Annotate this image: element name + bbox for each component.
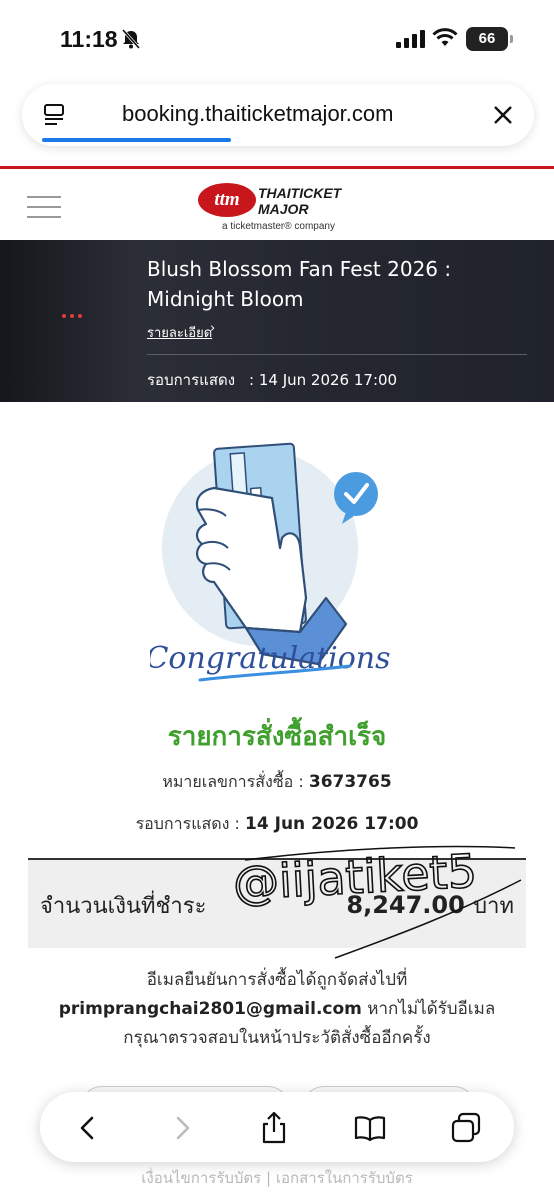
email-notice-line2: primprangchai2801@gmail.com หากไม่ได้รับ… [20,995,534,1024]
order-success-title: รายการสั่งซื้อสำเร็จ [167,722,387,752]
chevron-right-icon[interactable]: › [210,321,215,336]
email-address: primprangchai2801@gmail.com [58,999,362,1019]
amount-number: 8,247.00 [346,891,465,919]
banner-divider [147,354,527,355]
email-notice-suffix: หากไม่ได้รับอีเมล [367,999,496,1019]
signal-icon [396,30,425,48]
event-detail-link[interactable]: รายละเอียด [147,322,212,343]
order-number-row: หมายเลขการสั่งซื้อ : 3673765 [0,770,554,795]
thaiticketmajor-logo[interactable]: ttm THAITICKET MAJOR a ticketmaster® com… [198,179,358,235]
show-round-value: 14 Jun 2026 17:00 [245,814,419,834]
congratulations-illustration: Congratulations [150,442,391,682]
hamburger-menu-icon[interactable] [27,196,61,226]
event-show-round: รอบการแสดง : 14 Jun 2026 17:00 [147,368,397,392]
payment-amount-value: 8,247.00 บาท [346,888,514,923]
page-menu-icon[interactable] [42,102,68,128]
amount-currency: บาท [473,894,514,919]
tabs-icon[interactable] [448,1110,484,1146]
ticket-terms-link[interactable]: เงื่อนไขการรับบัตร [141,1169,261,1187]
page-load-progress [42,138,231,142]
status-time: 11:18 [60,26,118,52]
back-icon[interactable] [70,1110,106,1146]
battery-icon: 66 [466,27,508,51]
email-notice: อีเมลยืนยันการสั่งซื้อได้ถูกจัดส่งไปที่ … [20,966,534,1053]
banner-decoration [62,303,86,322]
email-notice-line1: อีเมลยืนยันการสั่งซื้อได้ถูกจัดส่งไปที่ [146,970,408,990]
close-icon[interactable] [492,104,514,126]
payment-amount-label: จำนวนเงินที่ชำระ [40,894,207,919]
site-header: ttm THAITICKET MAJOR a ticketmaster® com… [0,169,554,240]
show-round-label: รอบการแสดง [147,371,236,389]
order-number-value: 3673765 [308,772,392,792]
payment-amount-box: จำนวนเงินที่ชำระ 8,247.00 บาท [28,858,526,948]
event-banner: Blush Blossom Fan Fest 2026 : Midnight B… [0,240,554,402]
event-title: Blush Blossom Fan Fest 2026 : Midnight B… [147,257,452,311]
footer-separator: | [266,1169,272,1187]
show-round-label: รอบการแสดง : [135,814,240,833]
congratulations-caption: Congratulations [150,641,391,676]
browser-toolbar [40,1092,514,1162]
status-bar: 11:18 66 [0,0,554,82]
ticket-documents-link[interactable]: เอกสารในการรับบัตร [276,1169,413,1187]
share-icon[interactable] [256,1110,292,1146]
bookmarks-icon[interactable] [352,1110,388,1146]
footer-links: เงื่อนไขการรับบัตร | เอกสารในการรับบัตร [0,1166,554,1190]
logo-tagline: a ticketmaster® company [222,221,335,232]
email-notice-line3: กรุณาตรวจสอบในหน้าประวัติสั่งซื้ออีกครั้… [123,1028,431,1048]
show-round-value: : 14 Jun 2026 17:00 [249,371,398,389]
show-round-row: รอบการแสดง : 14 Jun 2026 17:00 [0,812,554,837]
wifi-icon [432,28,458,46]
logo-mark: ttm [198,183,256,217]
order-number-label: หมายเลขการสั่งซื้อ : [162,772,304,791]
battery-tip [510,35,513,43]
logo-name-line1: THAITICKET [258,185,342,201]
logo-name-line2: MAJOR [258,201,309,217]
bell-slash-icon [121,29,141,49]
address-bar[interactable]: booking.thaiticketmajor.com [22,84,534,146]
forward-icon[interactable] [164,1110,200,1146]
url-text[interactable]: booking.thaiticketmajor.com [122,101,393,127]
